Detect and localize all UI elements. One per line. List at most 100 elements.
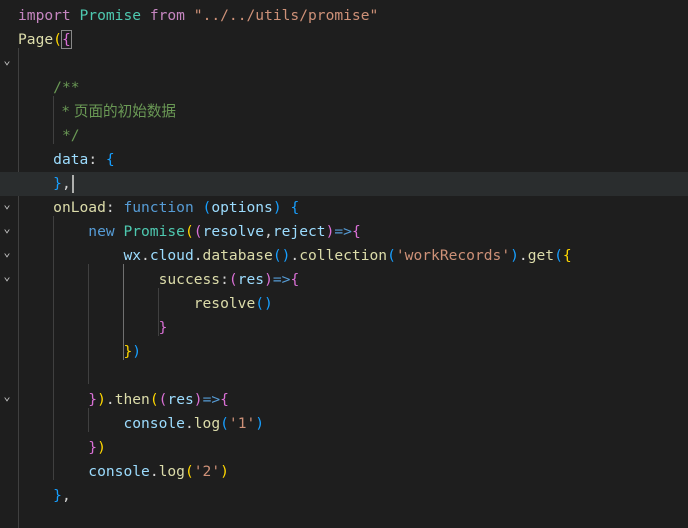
code-token: (	[193, 223, 203, 240]
code-line[interactable]: },	[0, 484, 688, 508]
code-token: 'workRecords'	[395, 247, 511, 264]
code-token: success	[158, 271, 221, 288]
code-token: )	[272, 199, 282, 216]
code-token: {	[220, 391, 229, 408]
code-token: {	[290, 199, 300, 216]
code-token: console	[88, 463, 150, 480]
code-line-current[interactable]: },	[0, 172, 688, 196]
code-line[interactable]: })	[0, 436, 688, 460]
code-line[interactable]: console.log('1')	[0, 412, 688, 436]
code-token: =>	[334, 223, 352, 240]
code-token: )	[132, 343, 142, 360]
code-token: Page	[18, 31, 54, 48]
code-token: log	[158, 463, 185, 480]
code-line[interactable]: wx.cloud.database().collection('workReco…	[0, 244, 688, 268]
code-editor[interactable]: ⌄ ⌄ ⌄ ⌄ ⌄ ⌄ import Promise from "../../u…	[0, 0, 688, 528]
code-token: function	[123, 199, 194, 216]
code-token: {	[351, 223, 361, 240]
code-token: .	[290, 247, 300, 264]
code-token: :	[88, 151, 106, 168]
code-token: */	[61, 127, 80, 144]
code-token: )	[97, 439, 106, 456]
code-token: {	[562, 247, 572, 264]
code-token: )	[97, 391, 106, 408]
code-token: {	[290, 271, 300, 288]
code-token: )	[255, 415, 265, 432]
code-line[interactable]: * 页面的初始数据	[0, 100, 688, 124]
code-token: from	[149, 7, 185, 24]
code-token: * 页面的初始数据	[61, 103, 177, 120]
code-token: "../../utils/promise"	[193, 7, 379, 24]
code-token: (	[184, 463, 194, 480]
code-line[interactable]: resolve()	[0, 292, 688, 316]
code-token: )	[510, 247, 519, 264]
code-token: data	[53, 151, 89, 168]
code-token: ,	[61, 175, 71, 192]
code-token: res	[237, 271, 265, 288]
code-token: database	[202, 247, 273, 264]
code-token: ()	[272, 247, 291, 264]
code-line[interactable]: import Promise from "../../utils/promise…	[0, 4, 688, 28]
code-token: .	[105, 391, 115, 408]
code-line[interactable]: new Promise((resolve,reject)=>{	[0, 220, 688, 244]
code-line[interactable]: /**	[0, 76, 688, 100]
code-token: )	[264, 271, 273, 288]
code-token: .	[518, 247, 528, 264]
code-token: then	[114, 391, 150, 408]
code-token: (	[149, 391, 159, 408]
code-token: }	[53, 175, 62, 192]
code-token: log	[193, 415, 221, 432]
code-token: get	[527, 247, 555, 264]
code-line[interactable]: data: {	[0, 148, 688, 172]
code-token: (	[228, 271, 238, 288]
code-token: )	[193, 391, 203, 408]
code-line[interactable]: Page({	[0, 28, 688, 52]
code-token: }	[53, 487, 62, 504]
code-token: /**	[53, 79, 80, 96]
code-token: resolve	[193, 295, 256, 312]
code-line[interactable]: console.log('2')	[0, 460, 688, 484]
code-token: '2'	[193, 463, 221, 480]
code-token: {	[105, 151, 115, 168]
code-token: console	[123, 415, 185, 432]
code-token: .	[184, 415, 194, 432]
code-token: collection	[299, 247, 388, 264]
code-token: .	[149, 463, 159, 480]
code-line[interactable]: }	[0, 316, 688, 340]
text-cursor	[71, 175, 74, 193]
code-token: }	[123, 343, 133, 360]
code-line[interactable]: })	[0, 340, 688, 364]
code-line[interactable]: }).then((res)=>{	[0, 388, 688, 412]
code-token: res	[167, 391, 194, 408]
code-token: ,	[61, 487, 71, 504]
code-token: new	[88, 223, 115, 240]
code-token: }	[158, 319, 168, 336]
code-token: ,	[264, 223, 273, 240]
code-token: ()	[255, 295, 273, 312]
code-line[interactable]: */	[0, 124, 688, 148]
code-line[interactable]: success:(res)=>{	[0, 268, 688, 292]
code-token: .	[193, 247, 203, 264]
code-token: (	[184, 223, 194, 240]
code-token: Promise	[123, 223, 185, 240]
code-token: (	[387, 247, 396, 264]
code-token: cloud	[149, 247, 194, 264]
code-token: import	[18, 7, 71, 24]
code-line[interactable]: onLoad: function (options) {	[0, 196, 688, 220]
code-token: }	[88, 391, 98, 408]
